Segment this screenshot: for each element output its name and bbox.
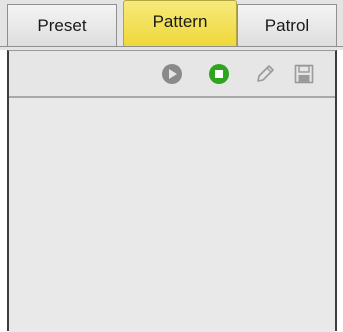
save-button[interactable] xyxy=(293,63,315,85)
stop-icon xyxy=(209,64,229,84)
tab-divider xyxy=(0,46,343,47)
pattern-list-area xyxy=(9,98,335,332)
tab-patrol-label: Patrol xyxy=(264,16,310,35)
play-icon xyxy=(162,64,182,84)
pattern-content-frame xyxy=(7,50,337,332)
save-icon xyxy=(294,64,314,84)
pencil-icon xyxy=(257,65,274,82)
pattern-toolbar xyxy=(9,51,335,98)
tab-preset[interactable]: Preset xyxy=(7,4,117,46)
pattern-panel: Preset Pattern Patrol xyxy=(0,0,343,332)
edit-button[interactable] xyxy=(254,63,276,85)
tab-patrol[interactable]: Patrol xyxy=(237,4,337,46)
stop-button[interactable] xyxy=(208,63,230,85)
tab-bar: Preset Pattern Patrol xyxy=(0,0,343,50)
play-button[interactable] xyxy=(161,63,183,85)
tab-pattern-label: Pattern xyxy=(152,12,208,31)
tab-preset-label: Preset xyxy=(37,16,87,35)
tab-pattern[interactable]: Pattern xyxy=(123,0,237,46)
